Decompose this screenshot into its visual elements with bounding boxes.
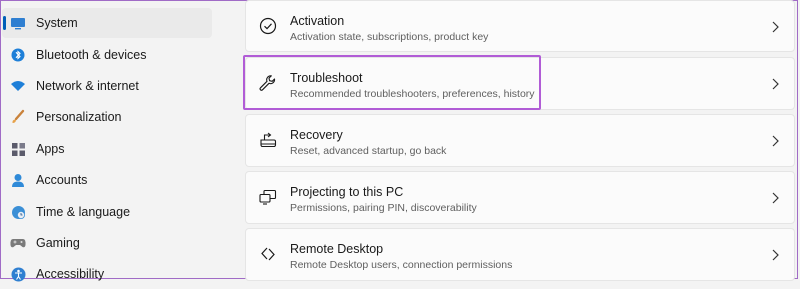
settings-card-activation[interactable]: Activation Activation state, subscriptio… xyxy=(245,0,795,52)
sidebar-item-accounts[interactable]: Accounts xyxy=(2,165,212,195)
settings-card-remote-desktop[interactable]: Remote Desktop Remote Desktop users, con… xyxy=(245,228,795,281)
sidebar-item-bluetooth[interactable]: Bluetooth & devices xyxy=(2,40,212,70)
globe-clock-icon xyxy=(10,204,26,220)
sidebar-item-label: Accessibility xyxy=(36,267,105,281)
card-subtitle: Recommended troubleshooters, preferences… xyxy=(290,88,535,100)
sidebar-item-label: Apps xyxy=(36,142,65,156)
settings-card-recovery[interactable]: Recovery Reset, advanced startup, go bac… xyxy=(245,114,795,167)
gamepad-icon xyxy=(10,235,26,251)
chevron-right-icon xyxy=(772,135,779,147)
card-title: Recovery xyxy=(290,128,343,142)
wrench-icon xyxy=(257,72,279,94)
settings-card-troubleshoot[interactable]: Troubleshoot Recommended troubleshooters… xyxy=(245,57,795,110)
chevron-right-icon xyxy=(772,192,779,204)
wifi-icon xyxy=(10,78,26,94)
chevron-right-icon xyxy=(772,249,779,261)
card-subtitle: Remote Desktop users, connection permiss… xyxy=(290,259,513,271)
brush-icon xyxy=(10,109,26,125)
selection-indicator xyxy=(3,16,6,30)
sidebar-item-apps[interactable]: Apps xyxy=(2,134,212,164)
sidebar-item-time-language[interactable]: Time & language xyxy=(2,197,212,227)
sidebar-item-personalization[interactable]: Personalization xyxy=(2,102,212,132)
sidebar-item-label: Accounts xyxy=(36,173,88,187)
sidebar-item-label: Bluetooth & devices xyxy=(36,48,147,62)
sidebar-item-network[interactable]: Network & internet xyxy=(2,71,212,101)
accessibility-icon xyxy=(10,266,26,282)
card-title: Troubleshoot xyxy=(290,71,363,85)
settings-card-projecting[interactable]: Projecting to this PC Permissions, pairi… xyxy=(245,171,795,224)
sidebar-item-label: Gaming xyxy=(36,236,80,250)
card-subtitle: Permissions, pairing PIN, discoverabilit… xyxy=(290,202,477,214)
person-icon xyxy=(10,172,26,188)
projecting-icon xyxy=(257,186,279,208)
recovery-icon xyxy=(257,129,279,151)
sidebar: System Bluetooth & devices Network & int… xyxy=(0,0,230,281)
card-subtitle: Reset, advanced startup, go back xyxy=(290,145,447,157)
card-title: Projecting to this PC xyxy=(290,185,404,199)
card-title: Remote Desktop xyxy=(290,242,384,256)
sidebar-item-label: Personalization xyxy=(36,110,122,124)
apps-icon xyxy=(10,141,26,157)
sidebar-item-accessibility[interactable]: Accessibility xyxy=(2,259,212,289)
sidebar-item-system[interactable]: System xyxy=(2,8,212,38)
card-subtitle: Activation state, subscriptions, product… xyxy=(290,31,489,43)
sidebar-item-label: Time & language xyxy=(36,205,131,219)
card-title: Activation xyxy=(290,14,345,28)
sidebar-item-gaming[interactable]: Gaming xyxy=(2,228,212,258)
sidebar-item-label: Network & internet xyxy=(36,79,139,93)
chevron-right-icon xyxy=(772,78,779,90)
sidebar-item-label: System xyxy=(36,16,78,30)
bluetooth-icon xyxy=(10,47,26,63)
monitor-icon xyxy=(10,15,26,31)
chevron-right-icon xyxy=(772,21,779,33)
check-circle-icon xyxy=(257,15,279,37)
remote-desktop-icon xyxy=(257,243,279,265)
